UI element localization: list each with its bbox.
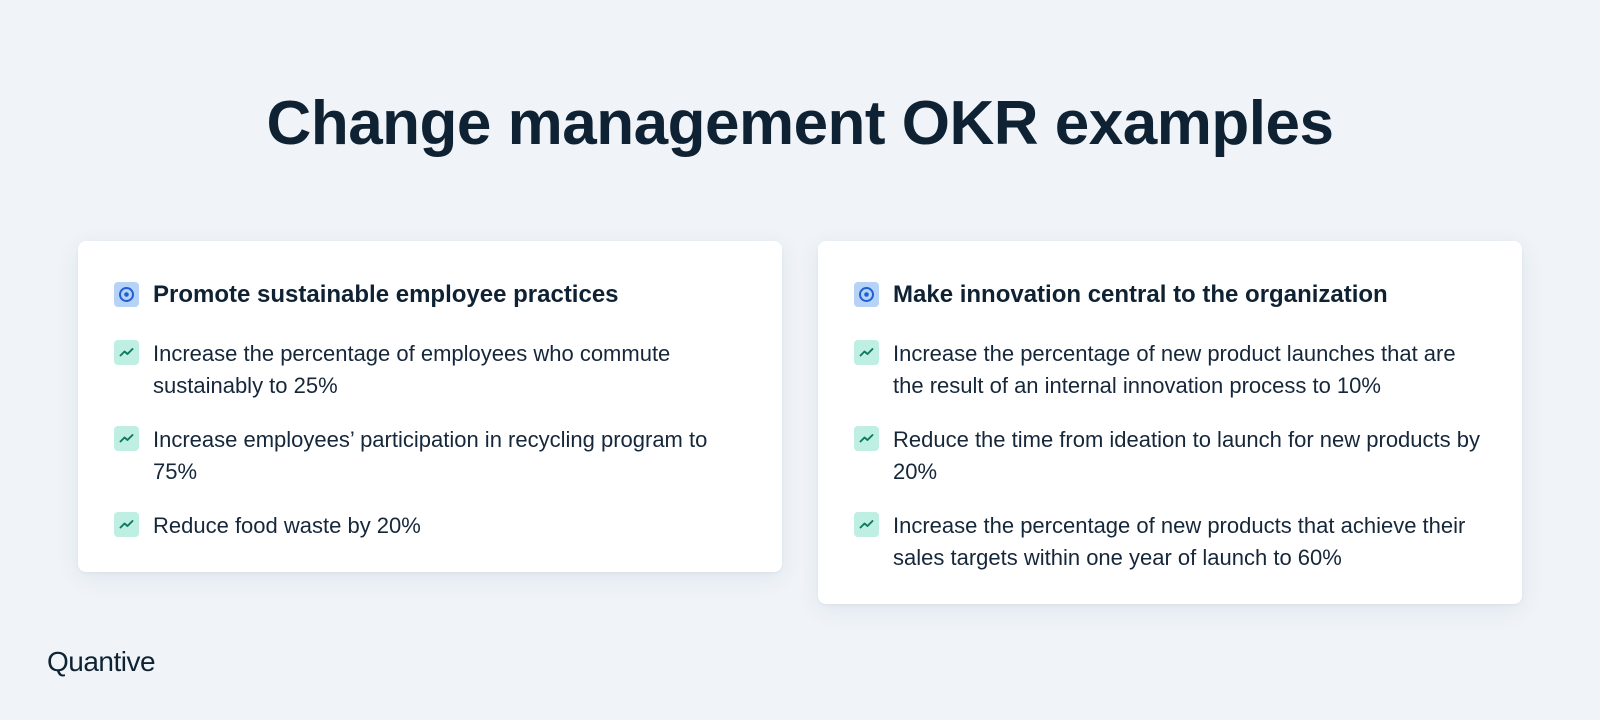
target-icon: [854, 282, 879, 308]
page-title: Change management OKR examples: [266, 89, 1334, 158]
key-result-item: Reduce food waste by 20%: [114, 510, 746, 542]
key-result-text: Increase employees’ participation in rec…: [153, 427, 708, 485]
key-result-text: Increase the percentage of employees who…: [153, 341, 671, 399]
key-result-text: Increase the percentage of new products …: [893, 513, 1466, 571]
target-icon: [114, 282, 139, 308]
key-result-item: Reduce the time from ideation to launch …: [854, 424, 1486, 488]
key-result-item: Increase the percentage of new product l…: [854, 338, 1486, 402]
trend-line-icon: [854, 426, 879, 452]
trend-line-icon: [114, 340, 139, 366]
objective-title: Make innovation central to the organizat…: [893, 281, 1388, 308]
objective-title: Promote sustainable employee practices: [153, 281, 619, 308]
objective-row: Make innovation central to the organizat…: [854, 279, 1486, 310]
okr-card-sustainability: Promote sustainable employee practices I…: [78, 241, 782, 573]
key-result-item: Increase the percentage of new products …: [854, 510, 1486, 574]
trend-line-icon: [854, 512, 879, 538]
objective-row: Promote sustainable employee practices: [114, 279, 746, 310]
trend-line-icon: [114, 512, 139, 538]
key-result-text: Increase the percentage of new product l…: [893, 341, 1456, 399]
trend-line-icon: [854, 340, 879, 366]
key-result-text: Reduce the time from ideation to launch …: [893, 427, 1480, 485]
key-result-item: Increase employees’ participation in rec…: [114, 424, 746, 488]
brand-logo: Quantive: [47, 646, 156, 677]
key-result-text: Reduce food waste by 20%: [153, 513, 421, 539]
key-result-item: Increase the percentage of employees who…: [114, 338, 746, 402]
trend-line-icon: [114, 426, 139, 452]
okr-card-innovation: Make innovation central to the organizat…: [818, 241, 1522, 605]
